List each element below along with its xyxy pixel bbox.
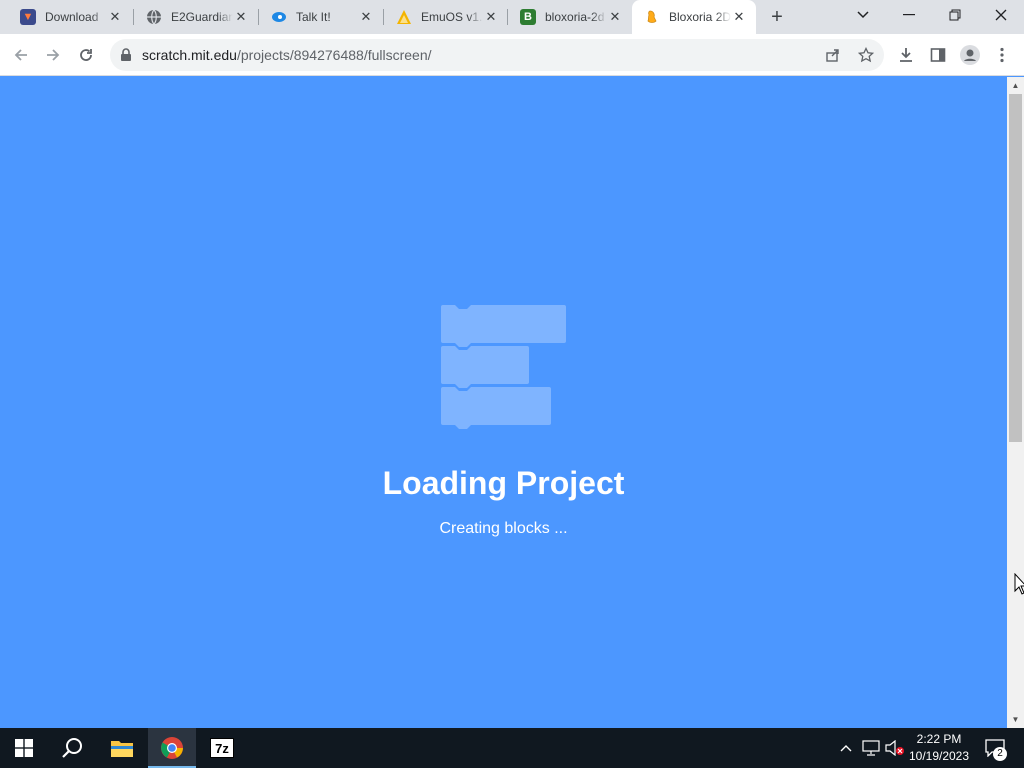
system-clock[interactable]: 2:22 PM 10/19/2023: [904, 731, 974, 765]
arrow-right-icon: [47, 49, 60, 61]
clock-date: 10/19/2023: [908, 749, 970, 763]
side-panel-button[interactable]: [926, 43, 950, 67]
tab-download[interactable]: ▼ Download ✕: [8, 0, 132, 34]
file-explorer-button[interactable]: [98, 728, 146, 768]
tab-label: Talk It!: [296, 10, 331, 24]
close-icon[interactable]: ✕: [484, 10, 498, 24]
tab-bloxoria-2d[interactable]: Bloxoria 2D ✕: [632, 0, 756, 34]
page-scrollbar[interactable]: ▲ ▼: [1007, 77, 1024, 728]
reload-button[interactable]: [73, 42, 99, 68]
show-hidden-icons-button[interactable]: [836, 728, 856, 768]
notification-count-badge: 2: [993, 747, 1007, 761]
restore-button[interactable]: [932, 0, 978, 30]
network-button[interactable]: [860, 728, 882, 768]
tab-label: EmuOS v1.: [421, 10, 483, 24]
tab-strip: ▼ Download ✕ E2Guardian ✕ Talk It! ✕ Emu…: [0, 0, 1024, 34]
kebab-menu-icon: [1000, 47, 1004, 63]
fox-shield-icon: ▼: [20, 9, 36, 25]
windows-logo-icon: [15, 739, 33, 757]
volume-muted-icon: [885, 740, 904, 756]
tab-label: E2Guardian: [171, 10, 233, 24]
back-button[interactable]: [8, 42, 34, 68]
close-window-button[interactable]: [978, 0, 1024, 30]
share-button[interactable]: [822, 44, 844, 66]
side-panel-icon: [930, 48, 946, 62]
url-host: scratch.mit.edu: [142, 47, 237, 63]
globe-icon: [146, 9, 162, 25]
avatar-icon: [960, 45, 980, 65]
loading-title: Loading Project: [382, 465, 625, 501]
scratch-cat-icon: [644, 9, 660, 25]
talkit-icon: [271, 9, 287, 25]
scrollbar-thumb[interactable]: [1009, 94, 1022, 442]
loading-status: Creating blocks ...: [439, 520, 568, 537]
search-button[interactable]: [48, 728, 96, 768]
minimize-button[interactable]: [886, 0, 932, 30]
scroll-down-arrow-icon[interactable]: ▼: [1007, 711, 1024, 728]
tab-label: bloxoria-2d: [545, 10, 605, 24]
url-path: /projects/894276488/fullscreen/: [236, 47, 432, 63]
forward-button[interactable]: [40, 42, 66, 68]
close-icon[interactable]: ✕: [108, 10, 122, 24]
chrome-button[interactable]: [148, 728, 196, 768]
sevenzip-button[interactable]: 7z: [198, 728, 246, 768]
start-button[interactable]: [0, 728, 48, 768]
notification-center-button[interactable]: 2: [980, 728, 1010, 768]
close-icon[interactable]: ✕: [234, 10, 248, 24]
close-icon[interactable]: ✕: [359, 10, 373, 24]
reload-icon: [80, 49, 92, 61]
tab-emuos[interactable]: EmuOS v1. ✕: [384, 0, 508, 34]
volume-button[interactable]: [884, 728, 906, 768]
share-icon: [826, 49, 839, 62]
sevenzip-icon: 7z: [210, 738, 234, 758]
b-letter-icon: B: [520, 9, 536, 25]
restore-icon: [949, 9, 961, 21]
chevron-up-icon: [840, 745, 852, 752]
star-icon: [858, 47, 874, 63]
url-text[interactable]: scratch.mit.edu/projects/894276488/fulls…: [142, 47, 432, 63]
new-tab-button[interactable]: +: [766, 6, 788, 28]
close-icon[interactable]: ✕: [732, 10, 746, 24]
close-icon[interactable]: ✕: [608, 10, 622, 24]
tab-label: Download: [45, 10, 99, 24]
search-icon: [62, 738, 82, 758]
blocks-loading-icon: [441, 305, 566, 429]
windows-taskbar: 7z 2:22 PM 10/19/2023 2: [0, 728, 1024, 768]
close-icon: [995, 9, 1007, 21]
folder-icon: [111, 741, 133, 757]
menu-button[interactable]: [990, 43, 1014, 67]
bookmark-button[interactable]: [855, 44, 877, 66]
project-stage: Loading Project Creating blocks ...: [0, 77, 1007, 728]
tab-label: Bloxoria 2D: [669, 10, 731, 24]
tab-e2guardian[interactable]: E2Guardian ✕: [134, 0, 258, 34]
network-icon: [862, 740, 880, 756]
emuos-icon: [396, 9, 412, 25]
download-icon: [900, 48, 912, 62]
arrow-left-icon: [14, 49, 27, 61]
address-bar[interactable]: scratch.mit.edu/projects/894276488/fulls…: [110, 39, 884, 71]
tab-bloxoria-2d-lower[interactable]: B bloxoria-2d ✕: [508, 0, 632, 34]
chevron-down-icon: [857, 11, 869, 19]
mouse-cursor-icon: [1014, 573, 1024, 595]
profile-button[interactable]: [958, 43, 982, 67]
tab-search-button[interactable]: [840, 0, 886, 30]
chrome-icon: [161, 737, 183, 759]
tab-talkit[interactable]: Talk It! ✕: [259, 0, 383, 34]
minimize-icon: [903, 14, 915, 16]
clock-time: 2:22 PM: [916, 732, 962, 746]
lock-icon[interactable]: [120, 48, 132, 62]
browser-toolbar: scratch.mit.edu/projects/894276488/fulls…: [0, 34, 1024, 76]
downloads-button[interactable]: [894, 43, 918, 67]
scroll-up-arrow-icon[interactable]: ▲: [1007, 77, 1024, 94]
